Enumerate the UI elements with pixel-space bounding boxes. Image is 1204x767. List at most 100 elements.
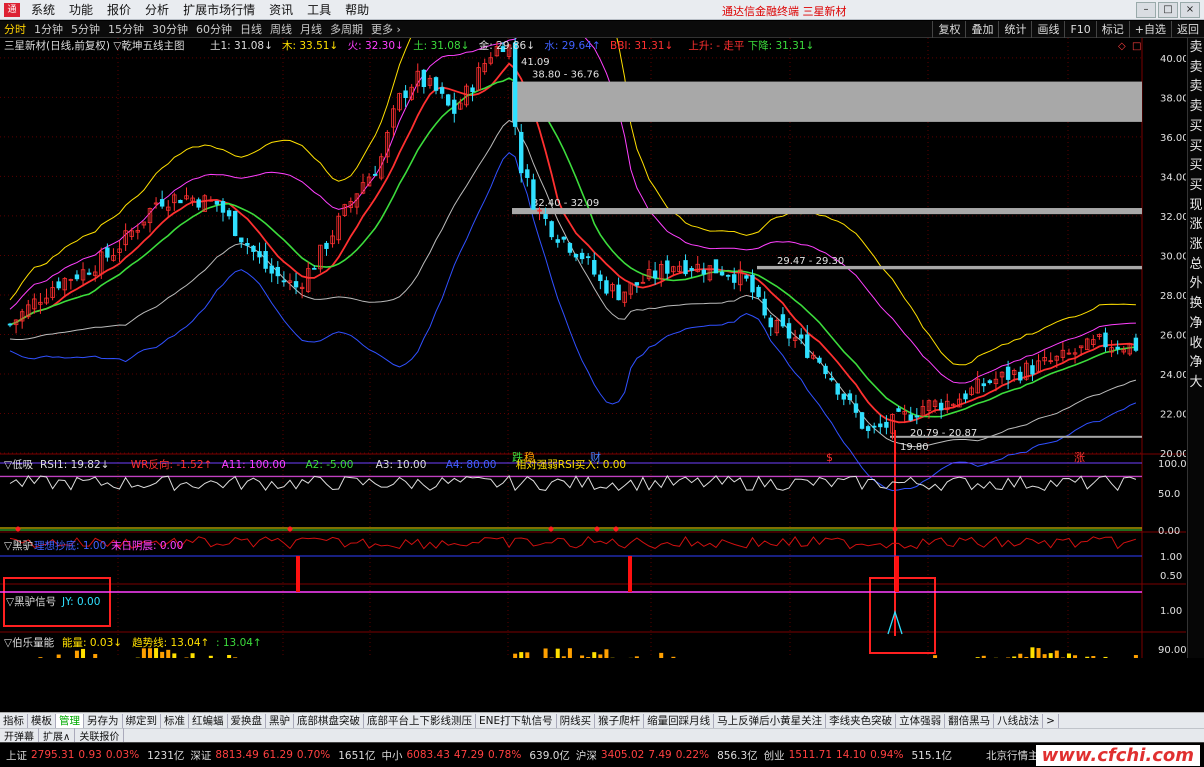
tool-adjust[interactable]: 复权 <box>932 21 965 38</box>
volume-bar <box>933 655 938 658</box>
right-panel-label: 净 <box>1189 355 1203 371</box>
candle-body <box>86 272 92 275</box>
volume-bar <box>81 648 86 658</box>
indicator-tab[interactable]: 底部棋盘突破 <box>294 713 364 728</box>
period-monthly[interactable]: 月线 <box>296 21 326 37</box>
index-name[interactable]: 创业 <box>764 748 785 763</box>
indicator-tab[interactable]: 爱换盘 <box>228 713 266 728</box>
zone-label: 20.79 - 20.87 <box>910 428 977 439</box>
index-amount: 639.0亿 <box>529 749 570 762</box>
indicator-tab[interactable]: 模板 <box>28 713 56 728</box>
indicator-tab[interactable]: 黑驴 <box>266 713 294 728</box>
index-name[interactable]: 深证 <box>190 748 211 763</box>
menu-bar: 通 系统 功能 报价 分析 扩展市场行情 资讯 工具 帮助 通达信金融终端 三星… <box>0 0 1204 20</box>
danmaku-toggle[interactable]: 开弹幕 <box>0 728 39 743</box>
menu-help[interactable]: 帮助 <box>338 1 376 18</box>
rsi-buy-dot <box>892 526 898 532</box>
kline-chart-area[interactable]: 38.80 - 36.76 32.40 - 32.09 29.47 - 29.30 2… <box>0 38 1186 658</box>
candle-body <box>293 281 299 288</box>
candle-body <box>841 393 846 400</box>
volume-bar <box>1133 655 1138 658</box>
period-15min[interactable]: 15分钟 <box>104 21 148 37</box>
indicator-tab[interactable]: 红蝙蝠 <box>189 713 228 728</box>
candle-body <box>829 377 834 381</box>
period-1min[interactable]: 1分钟 <box>30 21 67 37</box>
volume-bar <box>1018 653 1023 658</box>
candle-body <box>445 94 451 106</box>
indicator-tab[interactable]: 阴线买 <box>557 713 596 728</box>
candle-body <box>652 270 658 279</box>
candle-body <box>433 77 439 91</box>
menu-quote[interactable]: 报价 <box>100 1 138 18</box>
tool-draw[interactable]: 画线 <box>1031 21 1064 38</box>
heilv-title: ▽黑驴 <box>4 539 33 552</box>
candle-body <box>439 87 445 94</box>
menu-analysis[interactable]: 分析 <box>138 1 176 18</box>
maximize-button[interactable]: □ <box>1158 2 1178 18</box>
tool-back[interactable]: 返回 <box>1171 21 1204 38</box>
candle-body <box>421 69 427 88</box>
indicator-tab[interactable]: > <box>1043 713 1059 728</box>
index-d: 14.10 <box>836 749 867 761</box>
indicator-tab[interactable]: 管理 <box>56 713 84 728</box>
period-more[interactable]: 更多 › <box>367 21 405 37</box>
indicator-tab[interactable]: 马上反弹后小黄星关注 <box>714 713 827 728</box>
tool-overlay[interactable]: 叠加 <box>965 21 998 38</box>
period-60min[interactable]: 60分钟 <box>192 21 236 37</box>
expand-toggle[interactable]: 扩展∧ <box>39 728 76 743</box>
menu-function[interactable]: 功能 <box>62 1 100 18</box>
indicator-value: 土1: 31.08↓ <box>210 39 273 52</box>
index-name[interactable]: 沪深 <box>576 748 597 763</box>
app-title: 通达信金融终端 三星新材 <box>722 5 847 18</box>
menu-tools[interactable]: 工具 <box>300 1 338 18</box>
candle-body <box>245 243 250 246</box>
tool-mark[interactable]: 标记 <box>1095 21 1129 38</box>
period-weekly[interactable]: 周线 <box>266 21 296 37</box>
rsi-value: A2: -5.00 <box>306 459 354 471</box>
indicator-tab[interactable]: 猴子爬杆 <box>595 713 645 728</box>
indicator-tab[interactable]: 指标 <box>0 713 28 728</box>
indicator-tab[interactable]: 缩量回踩月线 <box>644 713 715 728</box>
rsi-title: ▽低吸 <box>4 458 34 471</box>
indicator-tab[interactable]: 底部平台上下影线测压 <box>364 713 476 728</box>
period-daily[interactable]: 日线 <box>236 21 266 37</box>
tool-add-watchlist[interactable]: +自选 <box>1128 21 1171 38</box>
index-v: 8813.49 <box>215 749 259 761</box>
minimize-button[interactable]: – <box>1136 2 1156 18</box>
tool-f10[interactable]: F10 <box>1064 21 1095 38</box>
period-5min[interactable]: 5分钟 <box>67 21 104 37</box>
menu-system[interactable]: 系统 <box>24 1 62 18</box>
rsi-value: A3: 10.00 <box>376 459 427 471</box>
candle-body <box>914 415 920 418</box>
indicator-tab[interactable]: 立体强弱 <box>896 713 946 728</box>
menu-extended-market[interactable]: 扩展市场行情 <box>176 1 262 18</box>
indicator-tab[interactable]: 八线战法 <box>994 713 1044 728</box>
volume-bar <box>1054 650 1059 658</box>
candle-body <box>531 179 536 210</box>
tool-stats[interactable]: 统计 <box>998 21 1031 38</box>
linked-quote-toggle[interactable]: 关联报价 <box>75 728 125 743</box>
indicator-tab[interactable]: ENE打下轨信号 <box>476 713 557 728</box>
menu-news[interactable]: 资讯 <box>262 1 300 18</box>
close-button[interactable]: × <box>1180 2 1200 18</box>
candle-body <box>768 317 773 328</box>
index-amount: 856.3亿 <box>717 749 758 762</box>
candle-body <box>159 199 165 207</box>
volume-bar <box>172 653 177 658</box>
candle-body <box>713 259 719 274</box>
index-name[interactable]: 上证 <box>6 748 27 763</box>
indicator-tab[interactable]: 翻倍黑马 <box>945 713 995 728</box>
candle-body <box>592 260 597 275</box>
watermark: www.cfchi.com <box>1035 745 1200 766</box>
index-name[interactable]: 中小 <box>381 748 402 763</box>
period-30min[interactable]: 30分钟 <box>148 21 192 37</box>
indicator-tab[interactable]: 李线夹色突破 <box>826 713 897 728</box>
period-intraday[interactable]: 分时 <box>0 21 30 37</box>
indicator-tab[interactable]: 另存为 <box>84 713 123 728</box>
candle-body <box>239 237 244 243</box>
period-multi[interactable]: 多周期 <box>326 21 367 37</box>
indicator-tab[interactable]: 标准 <box>161 713 189 728</box>
candle-body <box>470 87 475 93</box>
indicator-tab[interactable]: 绑定到 <box>123 713 161 728</box>
index-v: 1511.71 <box>788 749 833 761</box>
